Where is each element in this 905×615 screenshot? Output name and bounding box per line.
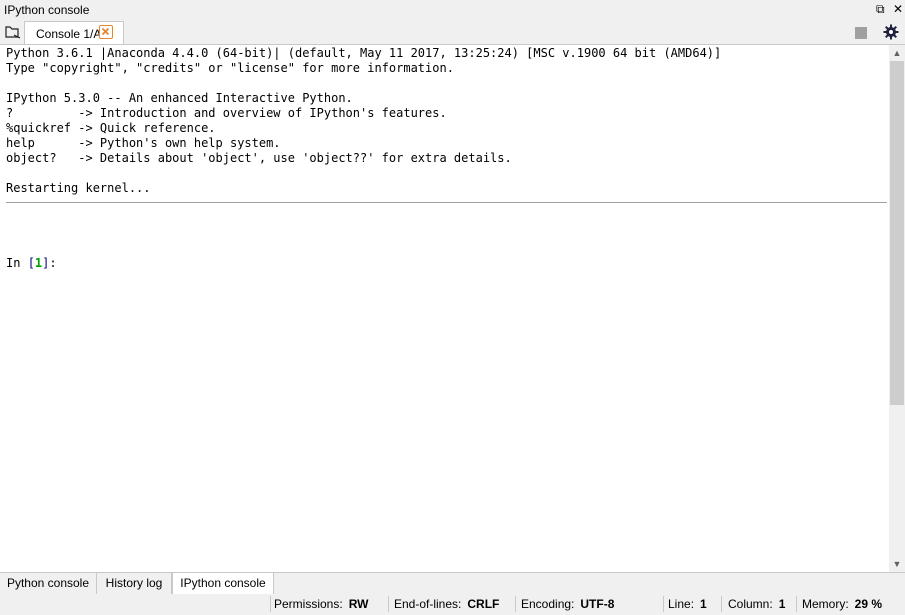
tab-ipython-console[interactable]: IPython console (172, 573, 274, 595)
memory-value: 29 % (854, 597, 883, 611)
status-permissions: Permissions: RW (274, 597, 368, 611)
encoding-value: UTF-8 (580, 597, 615, 611)
scroll-down-icon[interactable]: ▼ (889, 556, 905, 572)
prompt-open-bracket: [ (27, 256, 35, 270)
eol-value: CRLF (467, 597, 500, 611)
tab-python-console[interactable]: Python console (0, 573, 97, 594)
scroll-up-icon[interactable]: ▲ (889, 45, 905, 61)
column-label: Column: (728, 597, 773, 611)
memory-label: Memory: (802, 597, 849, 611)
gear-icon[interactable] (882, 23, 900, 41)
console-banner: Python 3.6.1 |Anaconda 4.4.0 (64-bit)| (… (6, 46, 722, 165)
status-divider (388, 596, 389, 612)
tab-console-1a[interactable]: Console 1/A (24, 21, 124, 44)
eol-label: End-of-lines: (394, 597, 462, 611)
undock-icon[interactable]: ⧉ (876, 2, 885, 16)
status-divider (796, 596, 797, 612)
dock-tab-bar: Python console History log IPython conso… (0, 572, 905, 595)
status-divider (270, 596, 271, 612)
status-line: Line: 1 (668, 597, 707, 611)
console-output[interactable]: Python 3.6.1 |Anaconda 4.4.0 (64-bit)| (… (0, 44, 905, 572)
tab-label: Console 1/A (36, 27, 102, 41)
console-tab-bar: Console 1/A (0, 20, 905, 44)
status-divider (515, 596, 516, 612)
status-encoding: Encoding: UTF-8 (521, 597, 614, 611)
input-prompt[interactable]: In [1]: (6, 256, 57, 271)
permissions-label: Permissions: (274, 597, 343, 611)
kernel-separator (6, 202, 887, 203)
close-tab-icon[interactable] (99, 25, 113, 39)
browse-tabs-icon[interactable] (4, 24, 22, 40)
tab-history-log[interactable]: History log (97, 573, 172, 594)
status-divider (663, 596, 664, 612)
status-memory: Memory: 29 % (802, 597, 882, 611)
line-label: Line: (668, 597, 695, 611)
close-pane-icon[interactable]: ✕ (893, 2, 903, 16)
vertical-scrollbar[interactable]: ▲ ▼ (889, 45, 905, 572)
permissions-value: RW (348, 597, 369, 611)
pane-title: IPython console (4, 3, 90, 17)
status-bar: Permissions: RW End-of-lines: CRLF Encodin… (0, 594, 905, 615)
column-value: 1 (778, 597, 786, 611)
scroll-thumb[interactable] (890, 61, 904, 405)
line-value: 1 (700, 597, 707, 611)
stop-icon[interactable] (855, 27, 867, 39)
restart-message: Restarting kernel... (6, 181, 151, 195)
encoding-label: Encoding: (521, 597, 575, 611)
prompt-suffix: : (49, 256, 57, 270)
status-divider (721, 596, 722, 612)
pane-title-bar: IPython console ⧉ ✕ (0, 0, 905, 21)
prompt-prefix: In (6, 256, 28, 270)
status-column: Column: 1 (728, 597, 785, 611)
status-eol: End-of-lines: CRLF (394, 597, 499, 611)
